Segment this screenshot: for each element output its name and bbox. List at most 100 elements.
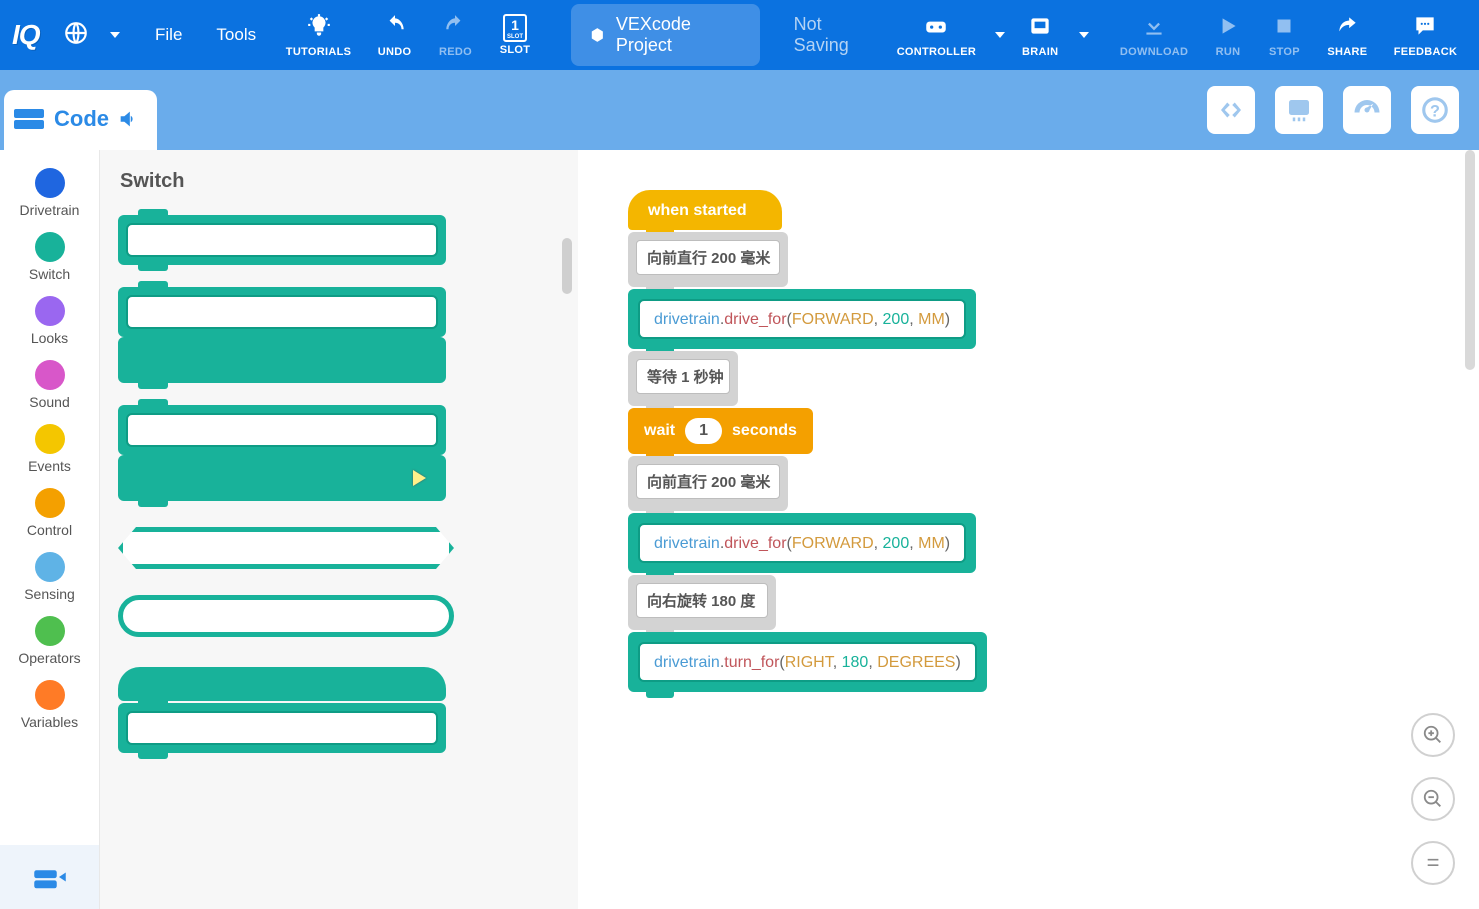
stop-button[interactable]: STOP [1258, 9, 1311, 62]
switch-stack-block[interactable] [118, 287, 446, 337]
feedback-icon [1412, 13, 1438, 44]
project-name: VEXcode Project [616, 14, 742, 56]
devices-button[interactable] [1275, 86, 1323, 134]
category-drivetrain[interactable]: Drivetrain [0, 164, 99, 222]
switch-reporter-block[interactable] [118, 595, 454, 637]
controller-button[interactable]: CONTROLLER [888, 9, 986, 62]
slot-number: 1 [511, 16, 519, 34]
category-sound[interactable]: Sound [0, 356, 99, 414]
code-tab[interactable]: Code [4, 90, 157, 150]
comment-block[interactable]: 向前直行 200 毫米 [628, 232, 788, 287]
block-palette: Switch [100, 150, 578, 909]
zoom-out-button[interactable] [1411, 777, 1455, 821]
language-dropdown[interactable] [52, 16, 100, 55]
undo-label: UNDO [378, 46, 412, 58]
switch-hat-block[interactable] [118, 667, 446, 701]
palette-scrollbar[interactable] [562, 238, 572, 294]
zoom-in-icon [1422, 724, 1444, 746]
wait-label-after: seconds [732, 422, 797, 440]
category-control[interactable]: Control [0, 484, 99, 542]
switch-c-block-play[interactable] [118, 455, 446, 501]
redo-label: REDO [439, 46, 472, 58]
category-dot [35, 488, 65, 518]
script-stack[interactable]: when started 向前直行 200 毫米 drivetrain.driv… [628, 190, 987, 692]
wait-block[interactable]: wait 1 seconds [628, 408, 813, 454]
switch-stack-block[interactable] [118, 405, 446, 455]
feedback-button[interactable]: FEEDBACK [1384, 9, 1467, 62]
project-name-button[interactable]: VEXcode Project [571, 4, 759, 66]
tutorials-label: TUTORIALS [286, 46, 351, 58]
tools-menu[interactable]: Tools [202, 19, 270, 51]
category-switch[interactable]: Switch [0, 228, 99, 286]
download-icon [1141, 13, 1167, 44]
hexagon-icon [589, 26, 606, 44]
download-button[interactable]: DOWNLOAD [1110, 9, 1198, 62]
brain-label: BRAIN [1022, 46, 1058, 58]
palette-title: Switch [120, 170, 578, 193]
comment-block[interactable]: 向前直行 200 毫米 [628, 456, 788, 511]
category-column: Drivetrain Switch Looks Sound Events Con… [0, 150, 100, 909]
redo-icon [442, 13, 468, 44]
switch-code-block[interactable]: drivetrain.turn_for(RIGHT, 180, DEGREES) [628, 632, 987, 692]
category-label: Looks [31, 330, 68, 346]
help-button[interactable]: ? [1411, 86, 1459, 134]
slot-button[interactable]: 1 SLOT SLOT [489, 10, 541, 60]
file-menu[interactable]: File [141, 19, 196, 51]
run-button[interactable]: RUN [1204, 9, 1252, 62]
comment-block[interactable]: 向右旋转 180 度 [628, 575, 776, 630]
play-icon [1215, 13, 1241, 44]
feedback-label: FEEDBACK [1394, 46, 1458, 58]
category-label: Control [27, 522, 72, 538]
run-label: RUN [1216, 46, 1241, 58]
monitor-button[interactable] [1343, 86, 1391, 134]
switch-stack-block[interactable] [118, 703, 446, 753]
play-icon [413, 470, 426, 486]
comment-block[interactable]: 等待 1 秒钟 [628, 351, 738, 406]
workspace-scrollbar[interactable] [1465, 150, 1475, 909]
code-text: drivetrain.turn_for(RIGHT, 180, DEGREES) [638, 642, 977, 682]
controller-icon [923, 13, 949, 44]
wait-value[interactable]: 1 [685, 418, 722, 444]
switch-code-block[interactable]: drivetrain.drive_for(FORWARD, 200, MM) [628, 513, 976, 573]
svg-text:?: ? [1430, 102, 1440, 120]
gauge-icon [1352, 95, 1382, 125]
category-dot [35, 296, 65, 326]
category-looks[interactable]: Looks [0, 292, 99, 350]
workspace[interactable]: when started 向前直行 200 毫米 drivetrain.driv… [578, 150, 1479, 909]
topbar: IQ File Tools TUTORIALS UNDO REDO 1 SLOT… [0, 0, 1479, 70]
code-text: drivetrain.drive_for(FORWARD, 200, MM) [638, 523, 966, 563]
code-text: drivetrain.drive_for(FORWARD, 200, MM) [638, 299, 966, 339]
share-icon [1334, 13, 1360, 44]
when-started-hat[interactable]: when started [628, 190, 782, 230]
category-dot [35, 680, 65, 710]
switch-boolean-block[interactable] [118, 527, 454, 569]
category-label: Drivetrain [20, 202, 80, 218]
controller-label: CONTROLLER [897, 46, 976, 58]
category-sensing[interactable]: Sensing [0, 548, 99, 606]
category-operators[interactable]: Operators [0, 612, 99, 670]
switch-c-block[interactable] [118, 337, 446, 383]
category-dot [35, 232, 65, 262]
zoom-in-button[interactable] [1411, 713, 1455, 757]
brain-button[interactable]: BRAIN [1011, 9, 1069, 62]
switch-stack-block[interactable] [118, 215, 446, 265]
slot-icon: 1 SLOT [503, 14, 527, 42]
category-dot [35, 360, 65, 390]
category-events[interactable]: Events [0, 420, 99, 478]
extensions-button[interactable] [0, 845, 99, 909]
undo-button[interactable]: UNDO [367, 9, 422, 62]
blocks-icon [14, 107, 46, 131]
wait-label-before: wait [644, 422, 675, 440]
zoom-out-icon [1422, 788, 1444, 810]
tutorials-button[interactable]: TUTORIALS [276, 9, 361, 62]
logo: IQ [12, 19, 40, 51]
switch-code-block[interactable]: drivetrain.drive_for(FORWARD, 200, MM) [628, 289, 976, 349]
undo-icon [382, 13, 408, 44]
category-variables[interactable]: Variables [0, 676, 99, 734]
zoom-reset-button[interactable]: = [1411, 841, 1455, 885]
subbar: Code ? [0, 70, 1479, 150]
share-button[interactable]: SHARE [1317, 9, 1378, 62]
code-viewer-button[interactable] [1207, 86, 1255, 134]
download-label: DOWNLOAD [1120, 46, 1188, 58]
redo-button[interactable]: REDO [428, 9, 483, 62]
